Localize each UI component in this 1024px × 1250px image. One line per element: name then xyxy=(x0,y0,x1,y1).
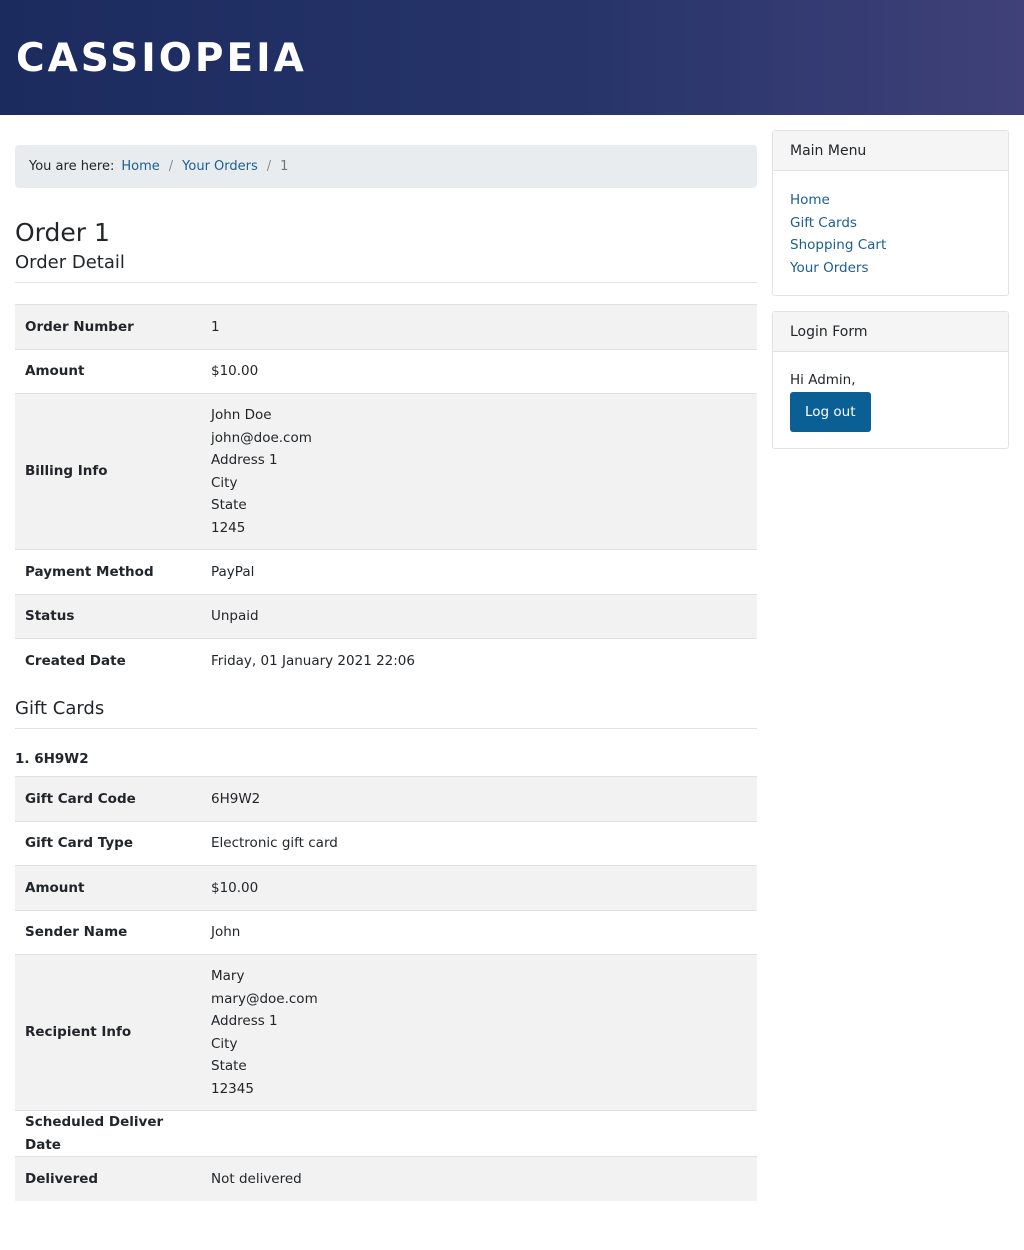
main-content: You are here: Home / Your Orders / 1 Ord… xyxy=(15,130,757,1201)
login-form-title: Login Form xyxy=(773,312,1008,352)
billing-city: City xyxy=(211,474,238,491)
site-header: CASSIOPEIA xyxy=(0,0,1024,115)
recipient-email: mary@doe.com xyxy=(211,990,318,1007)
table-row: Sender Name John xyxy=(15,909,757,955)
main-menu-title: Main Menu xyxy=(773,131,1008,171)
billing-info-label: Billing Info xyxy=(15,393,201,550)
delivered-value: Not delivered xyxy=(201,1156,757,1201)
order-amount-value: $10.00 xyxy=(201,348,757,394)
recipient-info-value: Mary mary@doe.com Address 1 City State 1… xyxy=(201,954,757,1111)
breadcrumb-current: 1 xyxy=(280,159,289,174)
breadcrumb: You are here: Home / Your Orders / 1 xyxy=(15,145,757,188)
table-row: Status Unpaid xyxy=(15,593,757,639)
table-row: Scheduled Deliver Date xyxy=(15,1110,757,1157)
table-row: Delivered Not delivered xyxy=(15,1156,757,1201)
order-number-label: Order Number xyxy=(15,304,201,349)
table-row: Billing Info John Doe john@doe.com Addre… xyxy=(15,393,757,550)
list-item: Gift Cards xyxy=(790,212,991,235)
sender-name-label: Sender Name xyxy=(15,909,201,955)
created-date-label: Created Date xyxy=(15,638,201,683)
billing-address: Address 1 xyxy=(211,452,278,468)
gift-card-type-value: Electronic gift card xyxy=(201,820,757,866)
gift-card-type-label: Gift Card Type xyxy=(15,820,201,866)
list-item: Shopping Cart xyxy=(790,234,991,257)
gift-card-code-label: Gift Card Code xyxy=(15,776,201,821)
billing-name: John Doe xyxy=(211,407,272,423)
status-label: Status xyxy=(15,593,201,639)
payment-method-label: Payment Method xyxy=(15,549,201,594)
breadcrumb-separator: / xyxy=(266,159,272,174)
order-number-value: 1 xyxy=(201,304,757,349)
recipient-name: Mary xyxy=(211,968,245,984)
sidebar: Main Menu Home Gift Cards Shopping Cart … xyxy=(772,130,1009,449)
breadcrumb-separator: / xyxy=(168,159,174,174)
payment-method-value: PayPal xyxy=(201,549,757,594)
recipient-address: Address 1 xyxy=(211,1013,278,1029)
login-form-card: Login Form Hi Admin, Log out xyxy=(772,311,1009,449)
status-value: Unpaid xyxy=(201,593,757,639)
table-row: Amount $10.00 xyxy=(15,348,757,394)
table-row: Recipient Info Mary mary@doe.com Address… xyxy=(15,954,757,1111)
main-menu-body: Home Gift Cards Shopping Cart Your Order… xyxy=(773,171,1008,295)
list-item: Your Orders xyxy=(790,257,991,280)
menu-item-your-orders[interactable]: Your Orders xyxy=(790,260,869,276)
recipient-state: State xyxy=(211,1058,247,1074)
created-date-value: Friday, 01 January 2021 22:06 xyxy=(201,638,757,683)
scheduled-deliver-date-label: Scheduled Deliver Date xyxy=(15,1110,201,1157)
menu-item-gift-cards[interactable]: Gift Cards xyxy=(790,215,857,231)
sender-name-value: John xyxy=(201,909,757,955)
order-amount-label: Amount xyxy=(15,348,201,394)
list-item: Home xyxy=(790,189,991,212)
page-title: Order 1 xyxy=(15,218,110,247)
breadcrumb-link-home[interactable]: Home xyxy=(121,159,159,174)
gift-card-code-value: 6H9W2 xyxy=(201,776,757,821)
gift-card-amount-value: $10.00 xyxy=(201,865,757,910)
table-row: Payment Method PayPal xyxy=(15,549,757,594)
main-menu-card: Main Menu Home Gift Cards Shopping Cart … xyxy=(772,130,1009,296)
recipient-city: City xyxy=(211,1035,238,1052)
gift-cards-heading: Gift Cards xyxy=(15,698,757,729)
main-menu-list: Home Gift Cards Shopping Cart Your Order… xyxy=(790,189,991,279)
recipient-zip: 12345 xyxy=(211,1080,254,1097)
greeting-text: Hi Admin, xyxy=(790,372,856,388)
table-row: Created Date Friday, 01 January 2021 22:… xyxy=(15,638,757,683)
table-row: Gift Card Code 6H9W2 xyxy=(15,776,757,821)
delivered-label: Delivered xyxy=(15,1156,201,1201)
gift-card-table: Gift Card Code 6H9W2 Gift Card Type Elec… xyxy=(15,776,757,1201)
gift-card-amount-label: Amount xyxy=(15,865,201,910)
breadcrumb-prefix: You are here: xyxy=(29,159,115,174)
breadcrumb-link-your-orders[interactable]: Your Orders xyxy=(182,159,258,174)
scheduled-deliver-date-value xyxy=(201,1110,757,1157)
recipient-info-label: Recipient Info xyxy=(15,954,201,1111)
site-brand[interactable]: CASSIOPEIA xyxy=(16,37,307,81)
table-row: Gift Card Type Electronic gift card xyxy=(15,820,757,866)
table-row: Order Number 1 xyxy=(15,304,757,349)
menu-item-shopping-cart[interactable]: Shopping Cart xyxy=(790,237,886,253)
gift-card-item-title: 1. 6H9W2 xyxy=(15,751,89,767)
billing-zip: 1245 xyxy=(211,519,246,536)
login-form-body: Hi Admin, Log out xyxy=(773,352,1008,448)
billing-email: john@doe.com xyxy=(211,429,312,446)
billing-info-value: John Doe john@doe.com Address 1 City Sta… xyxy=(201,393,757,550)
logout-button[interactable]: Log out xyxy=(790,392,871,432)
billing-state: State xyxy=(211,497,247,513)
order-detail-heading: Order Detail xyxy=(15,252,757,283)
table-row: Amount $10.00 xyxy=(15,865,757,910)
order-detail-table: Order Number 1 Amount $10.00 Billing Inf… xyxy=(15,304,757,683)
menu-item-home[interactable]: Home xyxy=(790,192,830,208)
